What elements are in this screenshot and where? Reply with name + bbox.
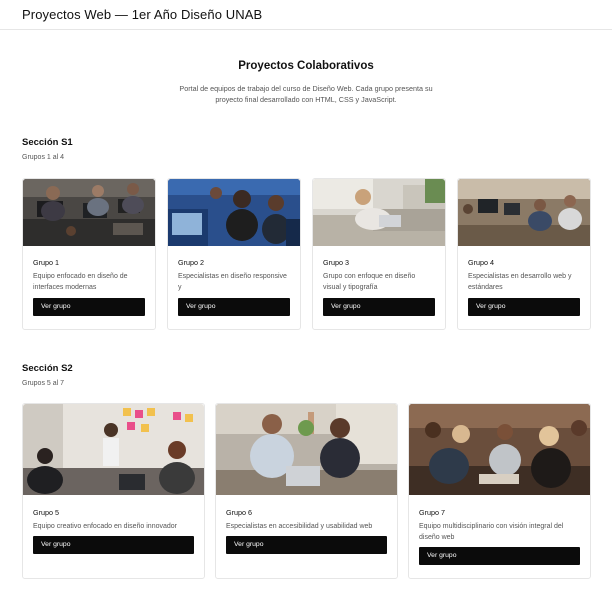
group-photo [216, 404, 397, 495]
view-group-button[interactable]: Ver grupo [178, 298, 290, 316]
group-name: Grupo 5 [33, 508, 59, 517]
group-card-7[interactable]: Grupo 7 Equipo multidisciplinario con vi… [408, 403, 591, 579]
group-card-6[interactable]: Grupo 6 Especialistas en accesibilidad y… [215, 403, 398, 579]
group-card-1[interactable]: Grupo 1 Equipo enfocado en diseño de int… [22, 178, 156, 330]
group-description: Equipo enfocado en diseño de interfaces … [33, 273, 128, 291]
section-s1-subtitle: Grupos 1 al 4 [22, 154, 65, 161]
group-description: Equipo creativo enfocado en diseño innov… [33, 523, 177, 530]
group-photo [458, 179, 590, 246]
group-description: Equipo multidisciplinario con visión int… [419, 523, 564, 541]
group-card-5[interactable]: Grupo 5 Equipo creativo enfocado en dise… [22, 403, 205, 579]
section-s1-title: Sección S1 [22, 137, 73, 148]
view-group-button[interactable]: Ver grupo [419, 547, 580, 565]
group-name: Grupo 7 [419, 508, 445, 517]
group-name: Grupo 4 [468, 258, 494, 267]
section-s2-subtitle: Grupos 5 al 7 [22, 380, 65, 387]
group-name: Grupo 2 [178, 258, 204, 267]
group-description: Especialistas en desarrollo web y estánd… [468, 273, 572, 291]
section-s2-title: Sección S2 [22, 363, 73, 374]
group-description: Especialistas en diseño responsive y [178, 273, 287, 291]
group-photo [313, 179, 445, 246]
group-photo [168, 179, 300, 246]
group-name: Grupo 3 [323, 258, 349, 267]
site-title: Proyectos Web — 1er Año Diseño UNAB [22, 7, 263, 22]
group-description: Especialistas en accesibilidad y usabili… [226, 523, 373, 530]
group-card-2[interactable]: Grupo 2 Especialistas en diseño responsi… [167, 178, 301, 330]
group-photo [23, 404, 204, 495]
view-group-button[interactable]: Ver grupo [323, 298, 435, 316]
view-group-button[interactable]: Ver grupo [468, 298, 580, 316]
page-description: Portal de equipos de trabajo del curso d… [179, 84, 433, 104]
group-name: Grupo 1 [33, 258, 59, 267]
view-group-button[interactable]: Ver grupo [226, 536, 387, 554]
view-group-button[interactable]: Ver grupo [33, 298, 145, 316]
group-card-3[interactable]: Grupo 3 Grupo con enfoque en diseño visu… [312, 178, 446, 330]
view-group-button[interactable]: Ver grupo [33, 536, 194, 554]
group-photo [23, 179, 155, 246]
group-description: Grupo con enfoque en diseño visual y tip… [323, 273, 416, 291]
top-bar: Proyectos Web — 1er Año Diseño UNAB [0, 0, 612, 30]
group-card-4[interactable]: Grupo 4 Especialistas en desarrollo web … [457, 178, 591, 330]
group-photo [409, 404, 590, 495]
page-title: Proyectos Colaborativos [238, 60, 374, 72]
group-name: Grupo 6 [226, 508, 252, 517]
